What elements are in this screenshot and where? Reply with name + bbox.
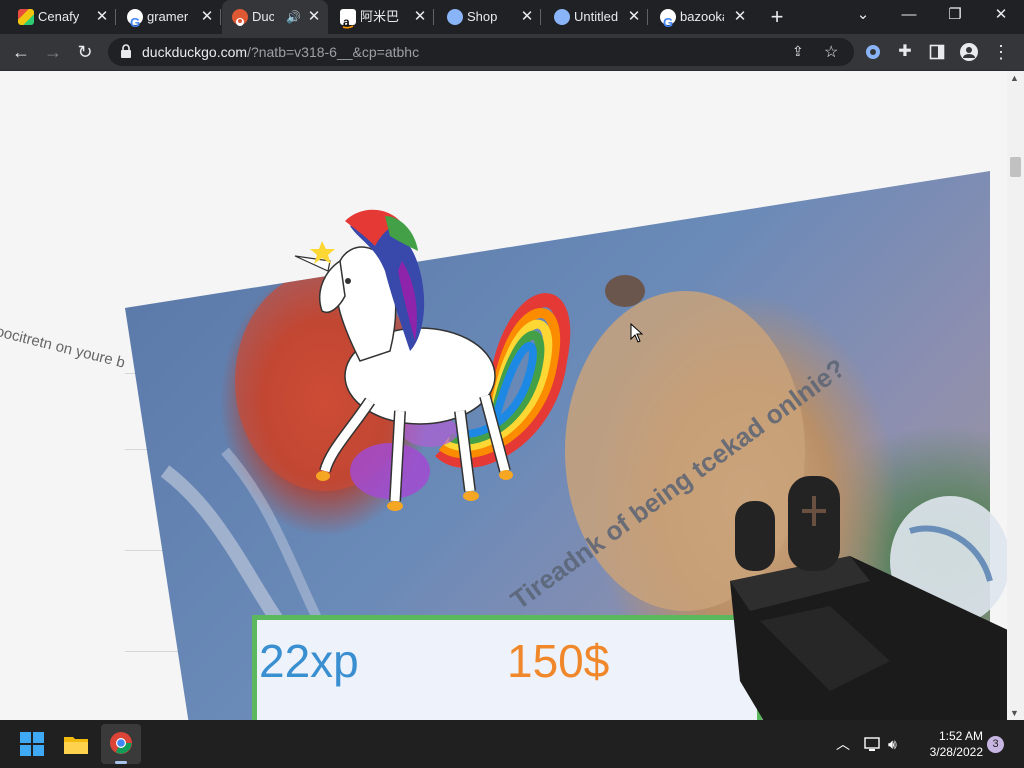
url-host: duckduckgo.com [142,44,248,60]
tab-amazon[interactable]: a 阿米巴 ✕ [330,0,434,34]
google-icon: G [127,9,143,30]
mouse-cursor-icon [630,323,644,343]
globe-icon [554,9,570,25]
reload-button[interactable]: ↻ [70,37,100,67]
menu-kebab-icon[interactable]: ⋮ [986,37,1016,67]
scroll-thumb[interactable] [1010,157,1021,177]
tab-bazooka[interactable]: G bazooka ✕ [650,0,754,34]
address-bar[interactable]: duckduckgo.com/?natb=v318-6__&cp=atbhc ⇪… [108,38,854,66]
tab-untitled[interactable]: Untitled ✕ [544,0,648,34]
url-path: /?natb=v318-6__&cp=atbhc [247,44,420,60]
browser-toolbar: ← → ↻ duckduckgo.com/?natb=v318-6__&cp=a… [0,34,1024,71]
tab-label: Cenafy [38,9,80,24]
chrome-taskbar-button[interactable] [101,724,141,764]
amazon-icon: a [340,9,356,29]
unicorn-image [294,209,571,511]
tab-label: 阿米巴 [360,9,400,24]
system-clock[interactable]: 1:52 AM 3/28/2022 [905,728,983,760]
close-tab-icon[interactable]: ✕ [304,0,324,34]
forward-button[interactable]: → [38,37,68,67]
close-tab-icon[interactable]: ✕ [410,0,430,34]
restore-button[interactable]: ❐ [932,0,978,34]
tab-cenafy[interactable]: Cenafy ✕ [8,0,116,34]
tab-search-icon[interactable]: ⌄ [840,0,886,34]
close-window-button[interactable]: ✕ [978,0,1024,34]
stats-panel: 22xp 150$ [252,615,762,720]
tab-strip: Cenafy ✕ G gramer ✕ Duc 🔊 ✕ a 阿米巴 ✕ Shop… [0,0,1024,34]
extensions-puzzle-icon[interactable]: ✚ [890,37,920,67]
close-tab-icon[interactable]: ✕ [92,0,112,34]
side-panel-icon[interactable] [922,37,952,67]
xp-counter: 22xp [259,635,359,687]
clock-date: 3/28/2022 [929,745,983,759]
duckduckgo-icon [232,9,248,26]
notification-badge[interactable]: 3 [987,736,1004,753]
url-text[interactable]: duckduckgo.com/?natb=v318-6__&cp=atbhc [142,38,419,66]
cenafy-icon [18,9,34,25]
rotated-page-text: poocitretn on youre b [0,321,127,372]
gun-image [730,476,1007,720]
show-hidden-icons-chevron-icon[interactable]: ︿ [836,720,850,768]
close-tab-icon[interactable]: ✕ [517,0,537,34]
lock-icon[interactable] [120,44,132,64]
bookmark-star-icon[interactable]: ☆ [824,42,838,62]
globe-icon [447,9,463,25]
taskbar: ︿ 🔊︎ 1:52 AM 3/28/2022 3 [0,720,1024,768]
money-counter: 150$ [507,635,610,687]
close-tab-icon[interactable]: ✕ [624,0,644,34]
svg-text:G: G [663,15,673,30]
profile-icon[interactable] [954,37,984,67]
share-icon[interactable]: ⇪ [792,43,804,60]
tab-gramer[interactable]: G gramer ✕ [117,0,221,34]
scroll-down-arrow-icon[interactable]: ▼ [1010,708,1019,718]
new-tab-button[interactable]: + [764,4,790,30]
tab-shop[interactable]: Shop ✕ [437,0,541,34]
google-icon: G [660,9,676,30]
vertical-scrollbar[interactable]: ▲ ▼ [1007,71,1024,720]
tab-duckduckgo[interactable]: Duc 🔊 ✕ [222,0,328,34]
close-tab-icon[interactable]: ✕ [730,0,750,34]
back-button[interactable]: ← [6,37,36,67]
tab-label: Untitled [574,9,618,24]
minimize-button[interactable]: — [886,0,932,34]
tab-label: Duc [252,9,274,24]
svg-text:G: G [130,15,140,30]
file-explorer-icon[interactable] [60,728,92,760]
tab-label: gramer [147,9,189,24]
divider [125,651,185,652]
tab-label: Shop [467,9,498,24]
windows-start-icon[interactable] [16,728,48,760]
volume-icon[interactable]: 🔊︎ [888,720,897,768]
web-page: poocitretn on youre b Tireadnk of being … [0,71,1007,720]
tab-label: bazooka [680,9,724,24]
speaker-icon[interactable]: 🔊 [286,0,301,34]
network-icon[interactable] [864,720,882,768]
clock-time: 1:52 AM [938,729,983,743]
close-tab-icon[interactable]: ✕ [197,0,217,34]
extension-icon[interactable] [858,37,888,67]
chrome-icon [110,732,132,754]
scroll-up-arrow-icon[interactable]: ▲ [1010,73,1019,83]
